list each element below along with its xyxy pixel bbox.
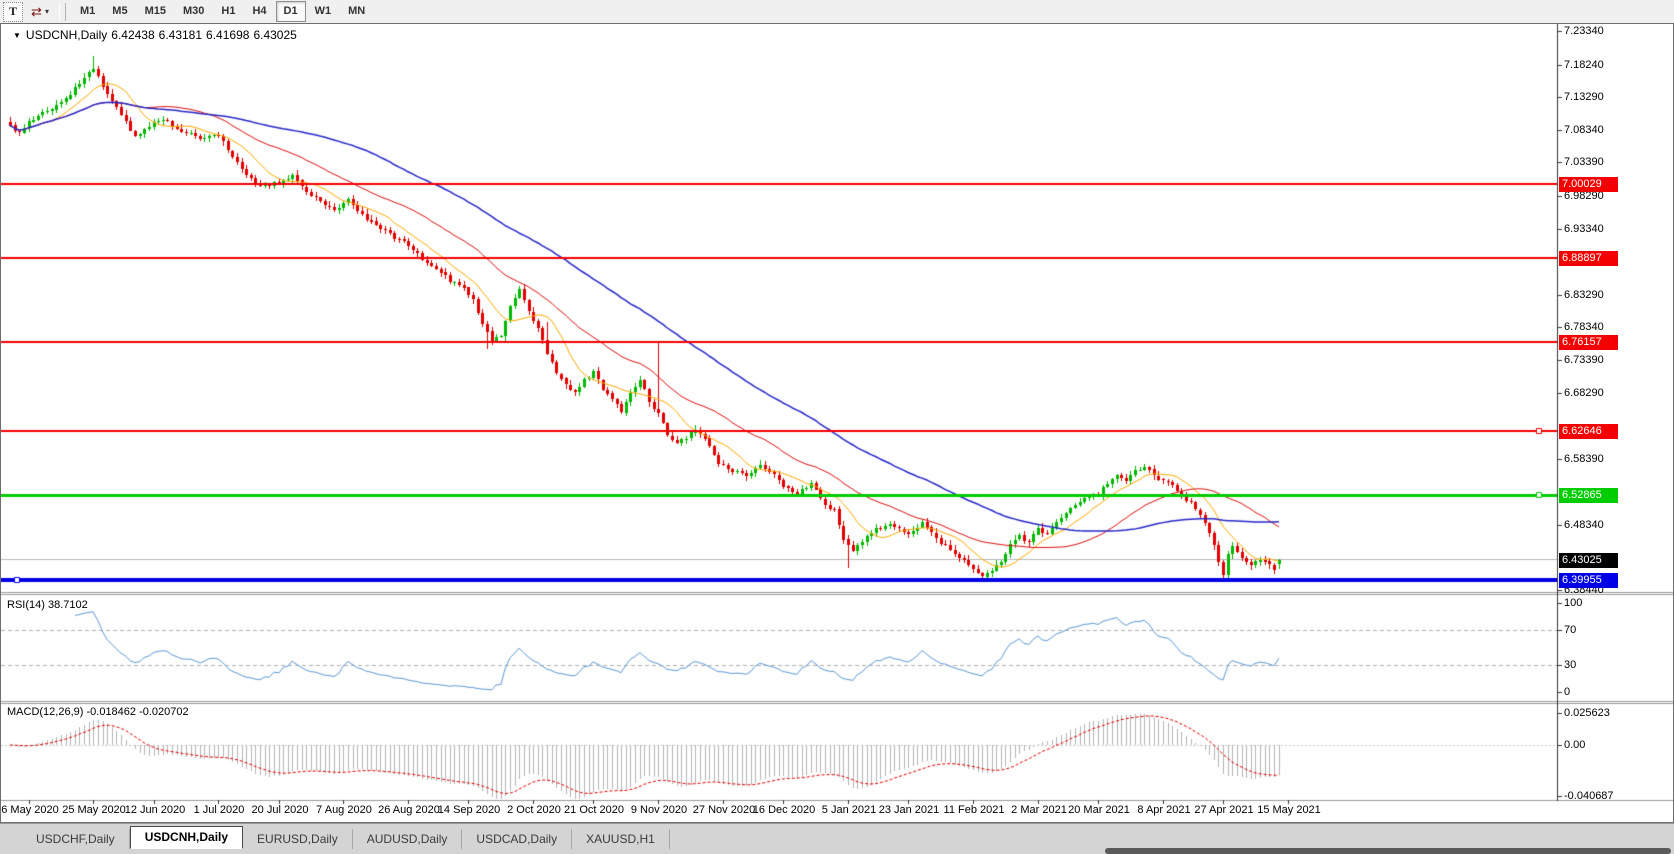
- quote-close: 6.43025: [253, 28, 296, 42]
- price-tag-6.76157[interactable]: 6.76157: [1559, 335, 1618, 350]
- chart-tab-usdcnh[interactable]: USDCNH,Daily: [130, 826, 243, 849]
- chart-tab-usdchf[interactable]: USDCHF,Daily: [22, 829, 130, 849]
- collapse-icon[interactable]: ▼: [13, 31, 21, 40]
- chart-tab-bar: USDCHF,DailyUSDCNH,DailyEURUSD,DailyAUDU…: [0, 823, 1674, 854]
- price-axis-label: 6.78340: [1564, 321, 1604, 333]
- price-tag-6.62646[interactable]: 6.62646: [1559, 424, 1618, 439]
- date-axis-label: 14 Sep 2020: [438, 804, 500, 816]
- price-axis-label: 7.03390: [1564, 156, 1604, 168]
- date-axis-label: 12 Jun 2020: [125, 804, 186, 816]
- rsi-value: 38.7102: [48, 599, 88, 611]
- date-axis-label: 9 Nov 2020: [631, 804, 687, 816]
- quote-low: 6.41698: [206, 28, 249, 42]
- dropdown-arrow-icon: ▾: [45, 7, 49, 16]
- date-axis-label: 20 Mar 2021: [1068, 804, 1130, 816]
- macd-name: MACD(12,26,9): [7, 706, 83, 718]
- terminal-window: T ⇄ ▾ M1M5M15M30H1H4D1W1MN ▼ USDCNH,Daily…: [0, 0, 1674, 854]
- rsi-indicator-label: RSI(14) 38.7102: [7, 599, 88, 611]
- price-tag-6.52865[interactable]: 6.52865: [1559, 488, 1618, 503]
- quote-high: 6.43181: [159, 28, 202, 42]
- chart-tab-xauusd[interactable]: XAUUSD,H1: [572, 829, 670, 849]
- date-axis-label: 27 Apr 2021: [1194, 804, 1253, 816]
- timeframe-w1-button[interactable]: W1: [307, 1, 340, 22]
- chart-tab-audusd[interactable]: AUDUSD,Daily: [353, 829, 463, 849]
- price-axis-label: 7.23340: [1564, 25, 1604, 37]
- macd-values: -0.018462 -0.020702: [86, 706, 188, 718]
- timeframe-m30-button[interactable]: M30: [175, 1, 212, 22]
- macd-axis-label: 0.00: [1564, 739, 1585, 751]
- rsi-axis-label: 70: [1564, 624, 1576, 636]
- timeframe-mn-button[interactable]: MN: [340, 1, 373, 22]
- chart-title: ▼ USDCNH,Daily 6.42438 6.43181 6.41698 6.4302…: [13, 28, 301, 42]
- toolbar-grip[interactable]: [59, 3, 66, 21]
- timeframe-m5-button[interactable]: M5: [104, 1, 135, 22]
- text-tool-button[interactable]: T: [3, 2, 23, 22]
- price-axis-label: 7.13290: [1564, 91, 1604, 103]
- timeframe-m15-button[interactable]: M15: [137, 1, 174, 22]
- price-axis-label: 6.93340: [1564, 223, 1604, 235]
- price-tag-6.39955[interactable]: 6.39955: [1559, 573, 1618, 588]
- date-axis-label: 2 Oct 2020: [507, 804, 561, 816]
- chart-tab-eurusd[interactable]: EURUSD,Daily: [243, 829, 353, 849]
- price-tag-6.88897[interactable]: 6.88897: [1559, 251, 1618, 266]
- chart-tabs: USDCHF,DailyUSDCNH,DailyEURUSD,DailyAUDU…: [22, 827, 670, 849]
- rsi-axis-label: 100: [1564, 597, 1582, 609]
- price-axis-label: 6.73390: [1564, 354, 1604, 366]
- timeframe-d1-button[interactable]: D1: [276, 1, 306, 22]
- date-axis-label: 7 Aug 2020: [316, 804, 372, 816]
- horizontal-scrollbar[interactable]: [1105, 848, 1671, 854]
- date-axis-label: 2 Mar 2021: [1011, 804, 1067, 816]
- date-axis-label: 6 May 2020: [1, 804, 58, 816]
- chart-style-button[interactable]: ⇄ ▾: [31, 3, 49, 21]
- price-axis-label: 7.08340: [1564, 124, 1604, 136]
- macd-axis-label: -0.040687: [1564, 790, 1614, 802]
- macd-indicator-label: MACD(12,26,9) -0.018462 -0.020702: [7, 706, 189, 718]
- date-axis-label: 21 Oct 2020: [564, 804, 624, 816]
- price-axis-label: 6.58390: [1564, 453, 1604, 465]
- macd-axis-label: 0.025623: [1564, 707, 1610, 719]
- date-axis-label: 20 Jul 2020: [252, 804, 309, 816]
- date-axis-label: 11 Feb 2021: [944, 804, 1005, 816]
- timeframe-h4-button[interactable]: H4: [244, 1, 274, 22]
- timeframe-m1-button[interactable]: M1: [72, 1, 103, 22]
- chart-canvas[interactable]: [1, 24, 1673, 822]
- chart-window: ▼ USDCNH,Daily 6.42438 6.43181 6.41698 6.4302…: [0, 23, 1674, 823]
- date-axis-label: 16 Dec 2020: [753, 804, 815, 816]
- date-axis-label: 15 May 2021: [1257, 804, 1321, 816]
- price-tag-6.43025[interactable]: 6.43025: [1559, 553, 1618, 568]
- date-axis-label: 5 Jan 2021: [822, 804, 876, 816]
- price-axis-label: 7.18240: [1564, 59, 1604, 71]
- chart-symbol-label: USDCNH,Daily: [26, 28, 107, 42]
- date-axis-label: 26 Aug 2020: [378, 804, 440, 816]
- timeframe-group: M1M5M15M30H1H4D1W1MN: [72, 0, 374, 23]
- rsi-axis-label: 30: [1564, 659, 1576, 671]
- price-tag-7.00029[interactable]: 7.00029: [1559, 177, 1618, 192]
- price-axis-label: 6.68290: [1564, 387, 1604, 399]
- price-axis-label: 6.48340: [1564, 519, 1604, 531]
- rsi-name: RSI(14): [7, 599, 45, 611]
- chart-tab-usdcad[interactable]: USDCAD,Daily: [462, 829, 572, 849]
- price-axis-label: 6.83290: [1564, 289, 1604, 301]
- rsi-axis-label: 0: [1564, 686, 1570, 698]
- date-axis-label: 23 Jan 2021: [879, 804, 940, 816]
- quote-open: 6.42438: [111, 28, 154, 42]
- top-toolbar: T ⇄ ▾ M1M5M15M30H1H4D1W1MN: [0, 0, 1674, 24]
- date-axis-label: 27 Nov 2020: [693, 804, 755, 816]
- date-axis-label: 1 Jul 2020: [194, 804, 245, 816]
- timeframe-h1-button[interactable]: H1: [213, 1, 243, 22]
- date-axis-label: 8 Apr 2021: [1137, 804, 1190, 816]
- chart-style-icon: ⇄: [31, 4, 42, 20]
- date-axis-label: 25 May 2020: [62, 804, 126, 816]
